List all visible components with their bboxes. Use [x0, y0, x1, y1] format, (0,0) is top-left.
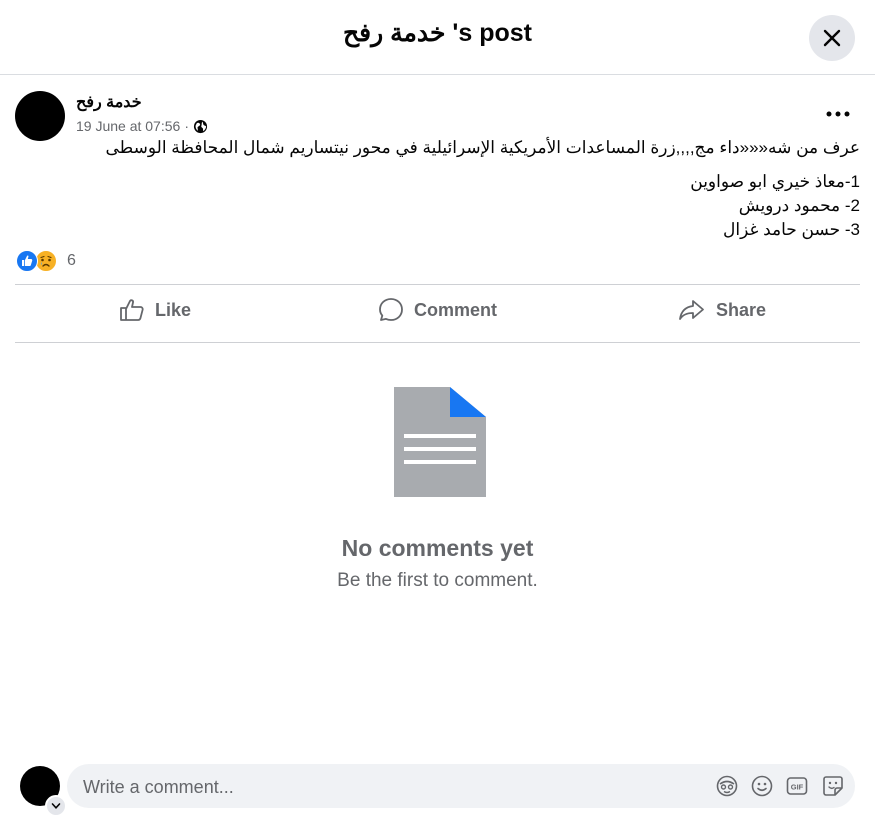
thumbs-up-icon	[120, 299, 144, 321]
reactions-summary[interactable]: 6	[16, 250, 76, 272]
dialog-title: خدمة رفح 's post	[343, 19, 532, 47]
author-avatar[interactable]	[15, 91, 65, 141]
comment-button[interactable]: Comment	[378, 292, 497, 328]
sad-reaction-icon	[35, 250, 57, 272]
like-label: Like	[155, 299, 192, 320]
post-list-item: 1-معاذ خيري ابو صواوين	[690, 172, 860, 191]
post-list-item: 3- حسن حامد غزال	[723, 220, 860, 239]
sticker-icon	[823, 776, 843, 796]
post-list-item: 2- محمود درويش	[738, 196, 860, 215]
avatar-sticker-button[interactable]	[715, 774, 739, 798]
like-reaction-icon	[16, 250, 38, 272]
emoji-button[interactable]	[750, 774, 774, 798]
empty-state-title: No comments yet	[341, 535, 534, 561]
post-timestamp[interactable]: 19 June at 07:56	[76, 118, 180, 134]
emoji-icon	[751, 775, 773, 797]
globe-icon	[193, 119, 208, 133]
post-text-line: عرف من شه«««داء مج,,,,زرة المساعدات الأم…	[105, 138, 861, 157]
more-icon	[826, 111, 850, 117]
svg-text:GIF: GIF	[791, 783, 804, 792]
share-label: Share	[716, 299, 767, 320]
share-arrow-icon	[679, 300, 704, 320]
avatar-sticker-icon	[716, 775, 738, 797]
meta-separator: ·	[184, 118, 189, 134]
comment-label: Comment	[414, 299, 498, 320]
post-meta: 19 June at 07:56 ·	[76, 118, 208, 134]
gif-icon: GIF	[786, 777, 808, 795]
comment-composer: GIF	[67, 764, 855, 810]
share-button[interactable]: Share	[678, 292, 766, 328]
comment-input[interactable]	[81, 764, 685, 810]
reaction-count: 6	[67, 252, 76, 269]
author-name[interactable]: خدمة رفح	[76, 92, 142, 112]
sticker-button[interactable]	[821, 774, 845, 798]
close-icon	[823, 29, 841, 47]
gif-button[interactable]: GIF	[785, 774, 809, 798]
divider-bottom	[15, 342, 860, 343]
close-button[interactable]	[809, 15, 855, 61]
more-options-button[interactable]	[823, 100, 853, 128]
chevron-down-icon	[51, 803, 61, 809]
comment-bubble-icon	[379, 298, 403, 321]
dialog-header: خدمة رفح 's post	[0, 0, 875, 75]
document-icon	[394, 387, 486, 497]
avatar-switcher[interactable]	[45, 795, 67, 817]
like-button[interactable]: Like	[119, 292, 191, 328]
empty-state-subtitle: Be the first to comment.	[337, 570, 538, 591]
divider-top	[15, 284, 860, 285]
